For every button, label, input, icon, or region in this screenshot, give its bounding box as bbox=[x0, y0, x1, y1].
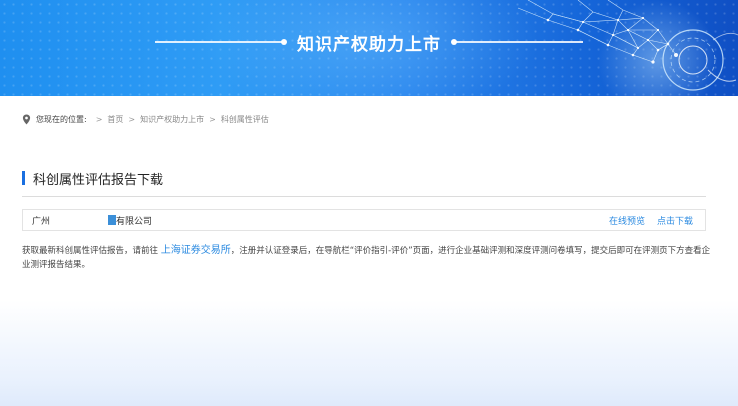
location-pin-icon bbox=[22, 114, 31, 124]
instructions-text: 获取最新科创属性评估报告，请前往 上海证券交易所，注册并认证登录后，在导航栏“评… bbox=[22, 244, 712, 272]
hero-banner: 知识产权助力上市 bbox=[0, 0, 738, 96]
breadcrumb-label: 您现在的位置: bbox=[36, 114, 87, 124]
breadcrumb-current: 科创属性评估 bbox=[220, 114, 269, 124]
section-title: 科创属性评估报告下载 bbox=[33, 172, 164, 188]
digital-hand-illustration bbox=[517, 0, 738, 96]
sse-link[interactable]: 上海证券交易所 bbox=[161, 245, 231, 256]
breadcrumb-home[interactable]: 首页 bbox=[107, 114, 123, 125]
section-accent-bar bbox=[22, 171, 25, 185]
breadcrumb: 您现在的位置: > 首页 > 知识产权助力上市 > 科创属性评估 bbox=[22, 112, 269, 126]
breadcrumb-separator: > bbox=[128, 114, 136, 124]
section-heading: 科创属性评估报告下载 bbox=[22, 170, 164, 188]
report-file-row: 广州 有限公司 在线预览 点击下载 bbox=[22, 209, 706, 231]
redaction-mark bbox=[108, 215, 116, 225]
section-divider bbox=[22, 196, 706, 197]
file-name-suffix: 有限公司 bbox=[116, 216, 153, 227]
file-actions: 在线预览 点击下载 bbox=[609, 214, 693, 227]
download-link[interactable]: 点击下载 bbox=[657, 214, 693, 227]
breadcrumb-ip-listing[interactable]: 知识产权助力上市 bbox=[140, 114, 204, 125]
report-file-name: 广州 有限公司 bbox=[32, 214, 152, 227]
preview-link[interactable]: 在线预览 bbox=[609, 214, 645, 227]
breadcrumb-separator: > bbox=[95, 114, 103, 124]
banner-title: 知识产权助力上市 bbox=[297, 34, 441, 55]
file-name-prefix: 广州 bbox=[32, 216, 51, 227]
banner-line-left bbox=[155, 39, 287, 45]
breadcrumb-separator: > bbox=[209, 114, 216, 124]
instructions-part1: 获取最新科创属性评估报告，请前往 bbox=[22, 246, 161, 256]
